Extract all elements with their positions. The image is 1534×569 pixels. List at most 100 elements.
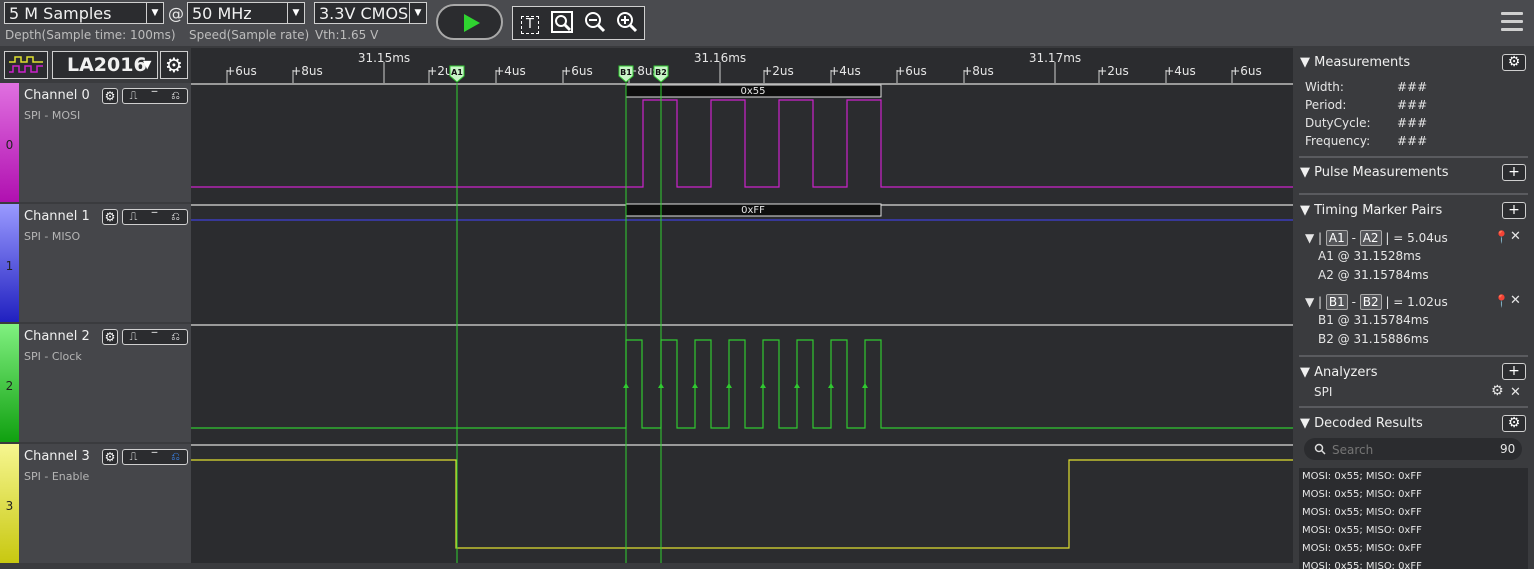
rising-edge-trigger-icon[interactable]: ⎍	[123, 330, 144, 344]
rising-edge-trigger-icon[interactable]: ⎍	[123, 89, 144, 103]
decoded-results-header[interactable]: ▼ Decoded Results	[1300, 416, 1423, 431]
marker-position: A2 @ 31.15784ms	[1318, 268, 1429, 282]
timing-markers-header[interactable]: ▼ Timing Marker Pairs	[1300, 203, 1442, 218]
waveform-graphic: 0x55 0xFF	[191, 83, 1293, 563]
list-item[interactable]: MOSI: 0x55; MISO: 0xFF	[1302, 561, 1422, 569]
list-item[interactable]: MOSI: 0x55; MISO: 0xFF	[1302, 489, 1422, 500]
close-icon[interactable]: ✕	[1510, 385, 1521, 400]
high-level-trigger-icon[interactable]: ‾	[144, 450, 165, 464]
device-selector[interactable]: LA2016 ▼	[52, 51, 158, 79]
channel-number: 0	[5, 138, 14, 152]
decoded-results-list[interactable]: MOSI: 0x55; MISO: 0xFF MOSI: 0x55; MISO:…	[1299, 468, 1528, 569]
list-item[interactable]: MOSI: 0x55; MISO: 0xFF	[1302, 525, 1422, 536]
analyzers-header[interactable]: ▼ Analyzers	[1300, 365, 1377, 380]
ruler-tick-label: 31.17ms	[1029, 51, 1081, 65]
channel-3-header: 3 Channel 3 SPI - Enable ⚙ ⎍ ‾ ⎌	[0, 444, 191, 563]
decoded-settings-button[interactable]: ⚙	[1502, 415, 1526, 432]
channel-0-header: 0 Channel 0 SPI - MOSI ⚙ ⎍ ‾ ⎌	[0, 83, 191, 202]
trigger-selector: ⎍ ‾ ⎌	[122, 209, 188, 225]
zoom-fit-button[interactable]	[550, 11, 574, 35]
waveform-area[interactable]: 0x55 0xFF	[191, 83, 1293, 563]
falling-edge-trigger-icon[interactable]: ⎌	[165, 330, 186, 344]
search-input[interactable]	[1330, 440, 1484, 460]
trigger-selector: ⎍ ‾ ⎌	[122, 88, 188, 104]
lane-separator	[191, 324, 1293, 326]
text-tool-button[interactable]: T	[518, 11, 542, 35]
channel-subtitle: SPI - Clock	[24, 350, 82, 363]
add-pulse-button[interactable]: +	[1502, 164, 1526, 181]
analyzer-item[interactable]: SPI	[1314, 385, 1332, 399]
voltage-dropdown[interactable]: 3.3V CMOS ▼	[314, 2, 427, 24]
divider	[1299, 156, 1528, 158]
view-tools: T	[512, 6, 645, 40]
rising-edge-trigger-icon[interactable]: ⎍	[123, 450, 144, 464]
channel-1-header: 1 Channel 1 SPI - MISO ⚙ ⎍ ‾ ⎌	[0, 204, 191, 322]
depth-caption: Depth(Sample time: 100ms)	[5, 28, 176, 42]
marker-position: B1 @ 31.15784ms	[1318, 313, 1429, 327]
marker-pair-row[interactable]: ▼ | B1 - B2 | = 1.02us	[1305, 294, 1448, 310]
trigger-selector: ⎍ ‾ ⎌	[122, 449, 188, 465]
hamburger-menu-icon[interactable]	[1501, 12, 1523, 32]
add-marker-pair-button[interactable]: +	[1502, 202, 1526, 219]
channel-settings-button[interactable]: ⚙	[102, 329, 118, 345]
list-item[interactable]: MOSI: 0x55; MISO: 0xFF	[1302, 543, 1422, 554]
list-item[interactable]: MOSI: 0x55; MISO: 0xFF	[1302, 507, 1422, 518]
ruler-tick-label: +6us	[1230, 64, 1262, 78]
timing-title: Timing Marker Pairs	[1314, 203, 1443, 218]
lane-separator	[191, 444, 1293, 446]
decode-label-miso: 0xFF	[741, 205, 765, 216]
zoom-out-button[interactable]	[583, 11, 607, 35]
falling-edge-trigger-icon[interactable]: ⎌	[165, 210, 186, 224]
zoom-in-button[interactable]	[615, 11, 639, 35]
device-settings-button[interactable]: ⚙	[160, 51, 188, 79]
close-icon[interactable]: ✕	[1510, 229, 1521, 244]
gear-icon[interactable]: ⚙	[1491, 383, 1504, 399]
measure-label: Frequency:	[1305, 134, 1371, 148]
close-icon[interactable]: ✕	[1510, 293, 1521, 308]
voltage-caption: Vth:1.65 V	[315, 28, 379, 42]
top-toolbar: 5 M Samples ▼ @ 50 MHz ▼ 3.3V CMOS ▼ Dep…	[0, 0, 1534, 46]
falling-edge-trigger-icon[interactable]: ⎌	[165, 89, 186, 103]
channel-settings-button[interactable]: ⚙	[102, 88, 118, 104]
list-item[interactable]: MOSI: 0x55; MISO: 0xFF	[1302, 471, 1422, 482]
measurements-settings-button[interactable]: ⚙	[1502, 54, 1526, 71]
pulse-measurements-header[interactable]: ▼ Pulse Measurements	[1300, 165, 1449, 180]
marker-tag: A1	[1325, 230, 1348, 246]
search-field[interactable]: 90	[1304, 438, 1522, 460]
channel-settings-button[interactable]: ⚙	[102, 449, 118, 465]
gear-icon: ⚙	[1507, 54, 1521, 70]
gear-icon: ⚙	[104, 450, 116, 464]
ruler-tick-label: +4us	[494, 64, 526, 78]
pair-delta: | = 1.02us	[1385, 295, 1448, 309]
depth-dropdown[interactable]: 5 M Samples ▼	[4, 2, 164, 24]
high-level-trigger-icon[interactable]: ‾	[144, 210, 165, 224]
gear-icon: ⚙	[165, 53, 183, 77]
high-level-trigger-icon[interactable]: ‾	[144, 89, 165, 103]
channel-settings-button[interactable]: ⚙	[102, 209, 118, 225]
speed-dropdown[interactable]: 50 MHz ▼	[187, 2, 305, 24]
text-tool-label: T	[521, 16, 539, 34]
channel-name: Channel 3	[24, 449, 90, 464]
device-logo[interactable]	[4, 51, 48, 79]
channel-name: Channel 0	[24, 88, 90, 103]
trigger-selector: ⎍ ‾ ⎌	[122, 329, 188, 345]
add-analyzer-button[interactable]: +	[1502, 363, 1526, 380]
time-ruler[interactable]: +6us +8us 31.15ms +2us +4us +6us +8us 31.16ms +2…	[191, 48, 1293, 83]
pin-icon[interactable]: 📍	[1494, 294, 1509, 308]
pin-icon[interactable]: 📍	[1494, 230, 1509, 244]
rising-edge-trigger-icon[interactable]: ⎍	[123, 210, 144, 224]
marker-pair-row[interactable]: ▼ | A1 - A2 | = 5.04us	[1305, 230, 1448, 246]
measure-value: ###	[1397, 98, 1428, 112]
measurements-header[interactable]: ▼ Measurements	[1300, 55, 1410, 70]
run-button[interactable]	[436, 4, 503, 40]
ruler-tick-label: 31.15ms	[358, 51, 410, 65]
divider	[1299, 406, 1528, 408]
falling-edge-trigger-icon[interactable]: ⎌	[165, 450, 186, 464]
plot-background	[191, 83, 1293, 563]
channel-name: Channel 2	[24, 329, 90, 344]
speed-caption: Speed(Sample rate)	[189, 28, 310, 42]
horizontal-scrollbar[interactable]	[0, 563, 1293, 569]
high-level-trigger-icon[interactable]: ‾	[144, 330, 165, 344]
channel-subtitle: SPI - MOSI	[24, 109, 81, 122]
measure-value: ###	[1397, 134, 1428, 148]
